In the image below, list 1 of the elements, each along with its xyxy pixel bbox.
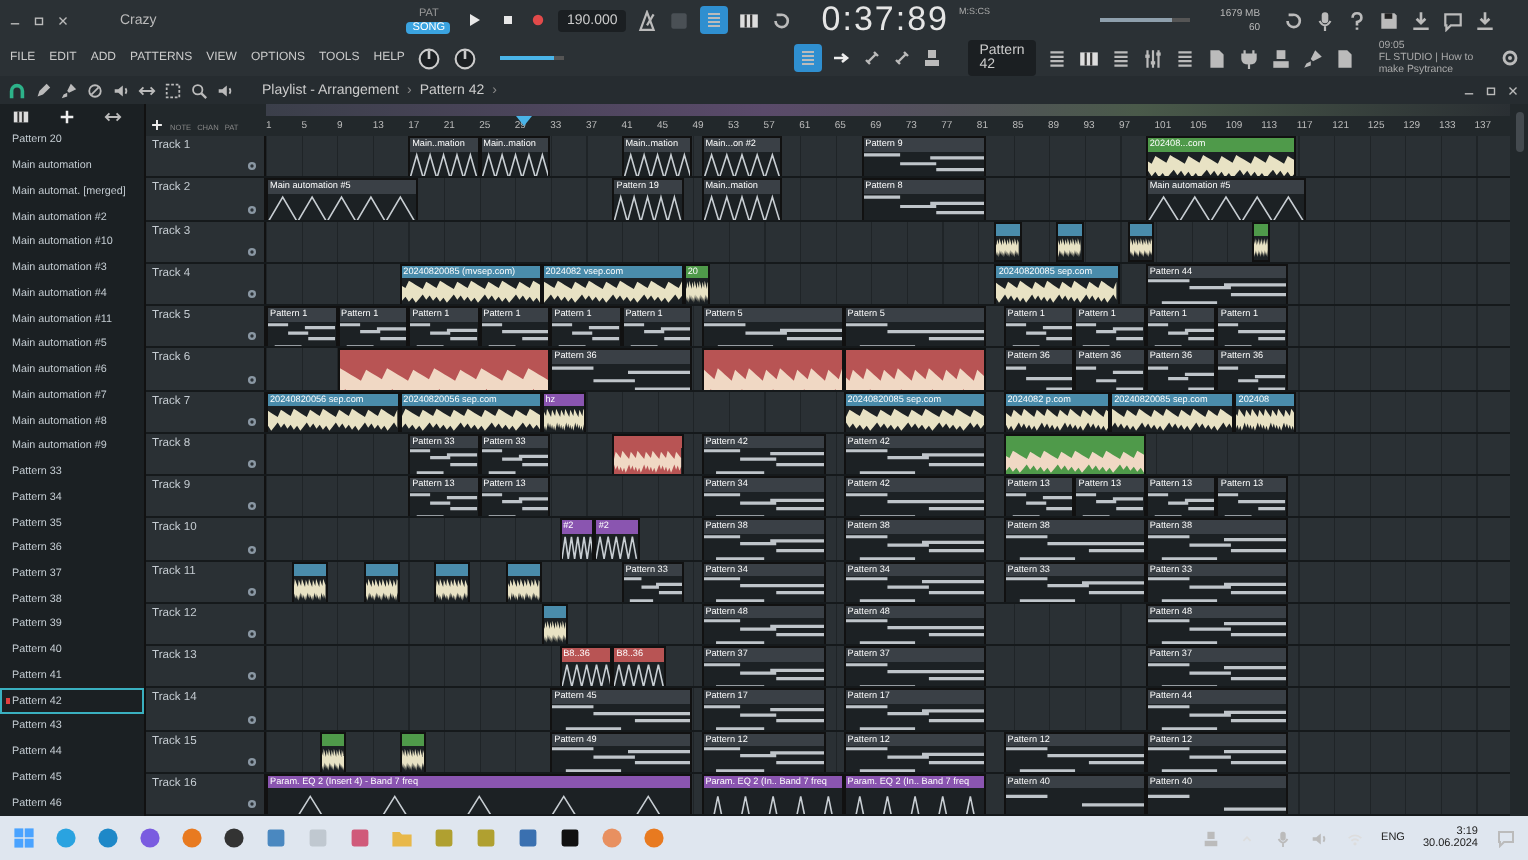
time-display: 0:37:89	[821, 0, 950, 40]
